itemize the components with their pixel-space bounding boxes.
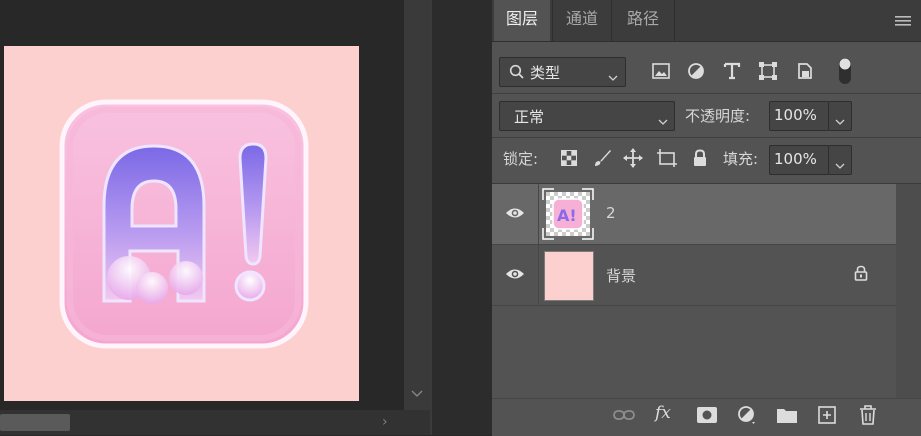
opacity-input[interactable]: 100% [769,101,829,131]
scroll-corner [404,410,430,435]
tab-channels[interactable]: 通道 [552,0,611,42]
vertical-scrollbar[interactable] [404,0,430,410]
eye-icon[interactable] [505,267,525,285]
hamburger-menu-icon[interactable] [895,14,911,32]
fill-input[interactable]: 100% [769,145,829,175]
eye-icon[interactable] [505,206,525,224]
panel-gutter [430,0,492,435]
opacity-label: 不透明度: [685,107,751,125]
lock-label: 锁定: [503,150,539,168]
row-divider [492,137,921,138]
layers-scrollbar[interactable] [896,184,921,400]
blend-mode-value: 正常 [514,108,545,126]
layer-name[interactable]: 2 [606,204,616,222]
layer-name[interactable]: 背景 [606,265,636,286]
type-filter-icon[interactable] [721,60,743,82]
chevron-down-icon [835,112,845,130]
layer-lock-icon[interactable] [854,265,868,285]
visibility-cell[interactable] [492,245,539,305]
delete-layer-icon[interactable] [857,404,879,426]
horizontal-scroll-thumb[interactable] [0,414,70,431]
opacity-dropdown-button[interactable] [828,101,852,131]
filter-type-value: 类型 [530,64,561,82]
lock-transparent-pixels-icon[interactable] [558,147,580,169]
shape-filter-icon[interactable] [757,60,779,82]
scroll-right-icon[interactable]: › [382,414,388,430]
new-adjustment-layer-icon[interactable] [736,404,758,426]
row-divider [492,93,921,94]
layer-thumbnail[interactable]: A! [542,188,594,240]
blend-mode-dropdown[interactable]: 正常 [499,101,675,131]
chevron-down-icon [608,68,618,86]
image-filter-icon[interactable] [650,60,672,82]
layer-row-2[interactable]: A! 2 [492,184,896,244]
search-icon [509,64,525,84]
filter-type-dropdown[interactable]: 类型 [499,57,626,87]
fill-dropdown-button[interactable] [828,145,852,175]
chevron-down-icon [835,156,845,174]
new-layer-icon[interactable] [816,404,838,426]
chevron-down-icon [658,112,668,130]
filter-toggle-icon[interactable] [838,57,852,85]
fill-value: 100% [774,150,817,168]
svg-text:A!: A! [557,206,577,225]
lock-image-pixels-icon[interactable] [591,147,613,169]
link-layers-icon[interactable] [613,404,635,426]
layer-thumbnail[interactable] [544,251,594,301]
scroll-down-icon[interactable] [410,385,424,403]
visibility-cell[interactable] [492,184,539,244]
lock-all-icon[interactable] [689,147,711,169]
smart-object-filter-icon[interactable] [794,60,816,82]
new-group-icon[interactable] [776,404,798,426]
adjustment-filter-icon[interactable] [685,60,707,82]
app-icon-artwork [59,99,309,349]
tab-divider [492,41,921,42]
fill-label: 填充: [723,150,759,168]
tab-paths[interactable]: 路径 [611,0,675,42]
fx-icon[interactable]: fx [655,403,671,423]
lock-position-icon[interactable] [622,147,644,169]
lock-artboard-icon[interactable] [656,147,678,169]
opacity-value: 100% [774,106,817,124]
document-canvas[interactable] [4,46,359,401]
layer-row-background[interactable]: 背景 [492,244,896,306]
add-mask-icon[interactable] [696,404,718,426]
gutter-divider [430,0,432,435]
tab-layers[interactable]: 图层 [494,0,550,42]
